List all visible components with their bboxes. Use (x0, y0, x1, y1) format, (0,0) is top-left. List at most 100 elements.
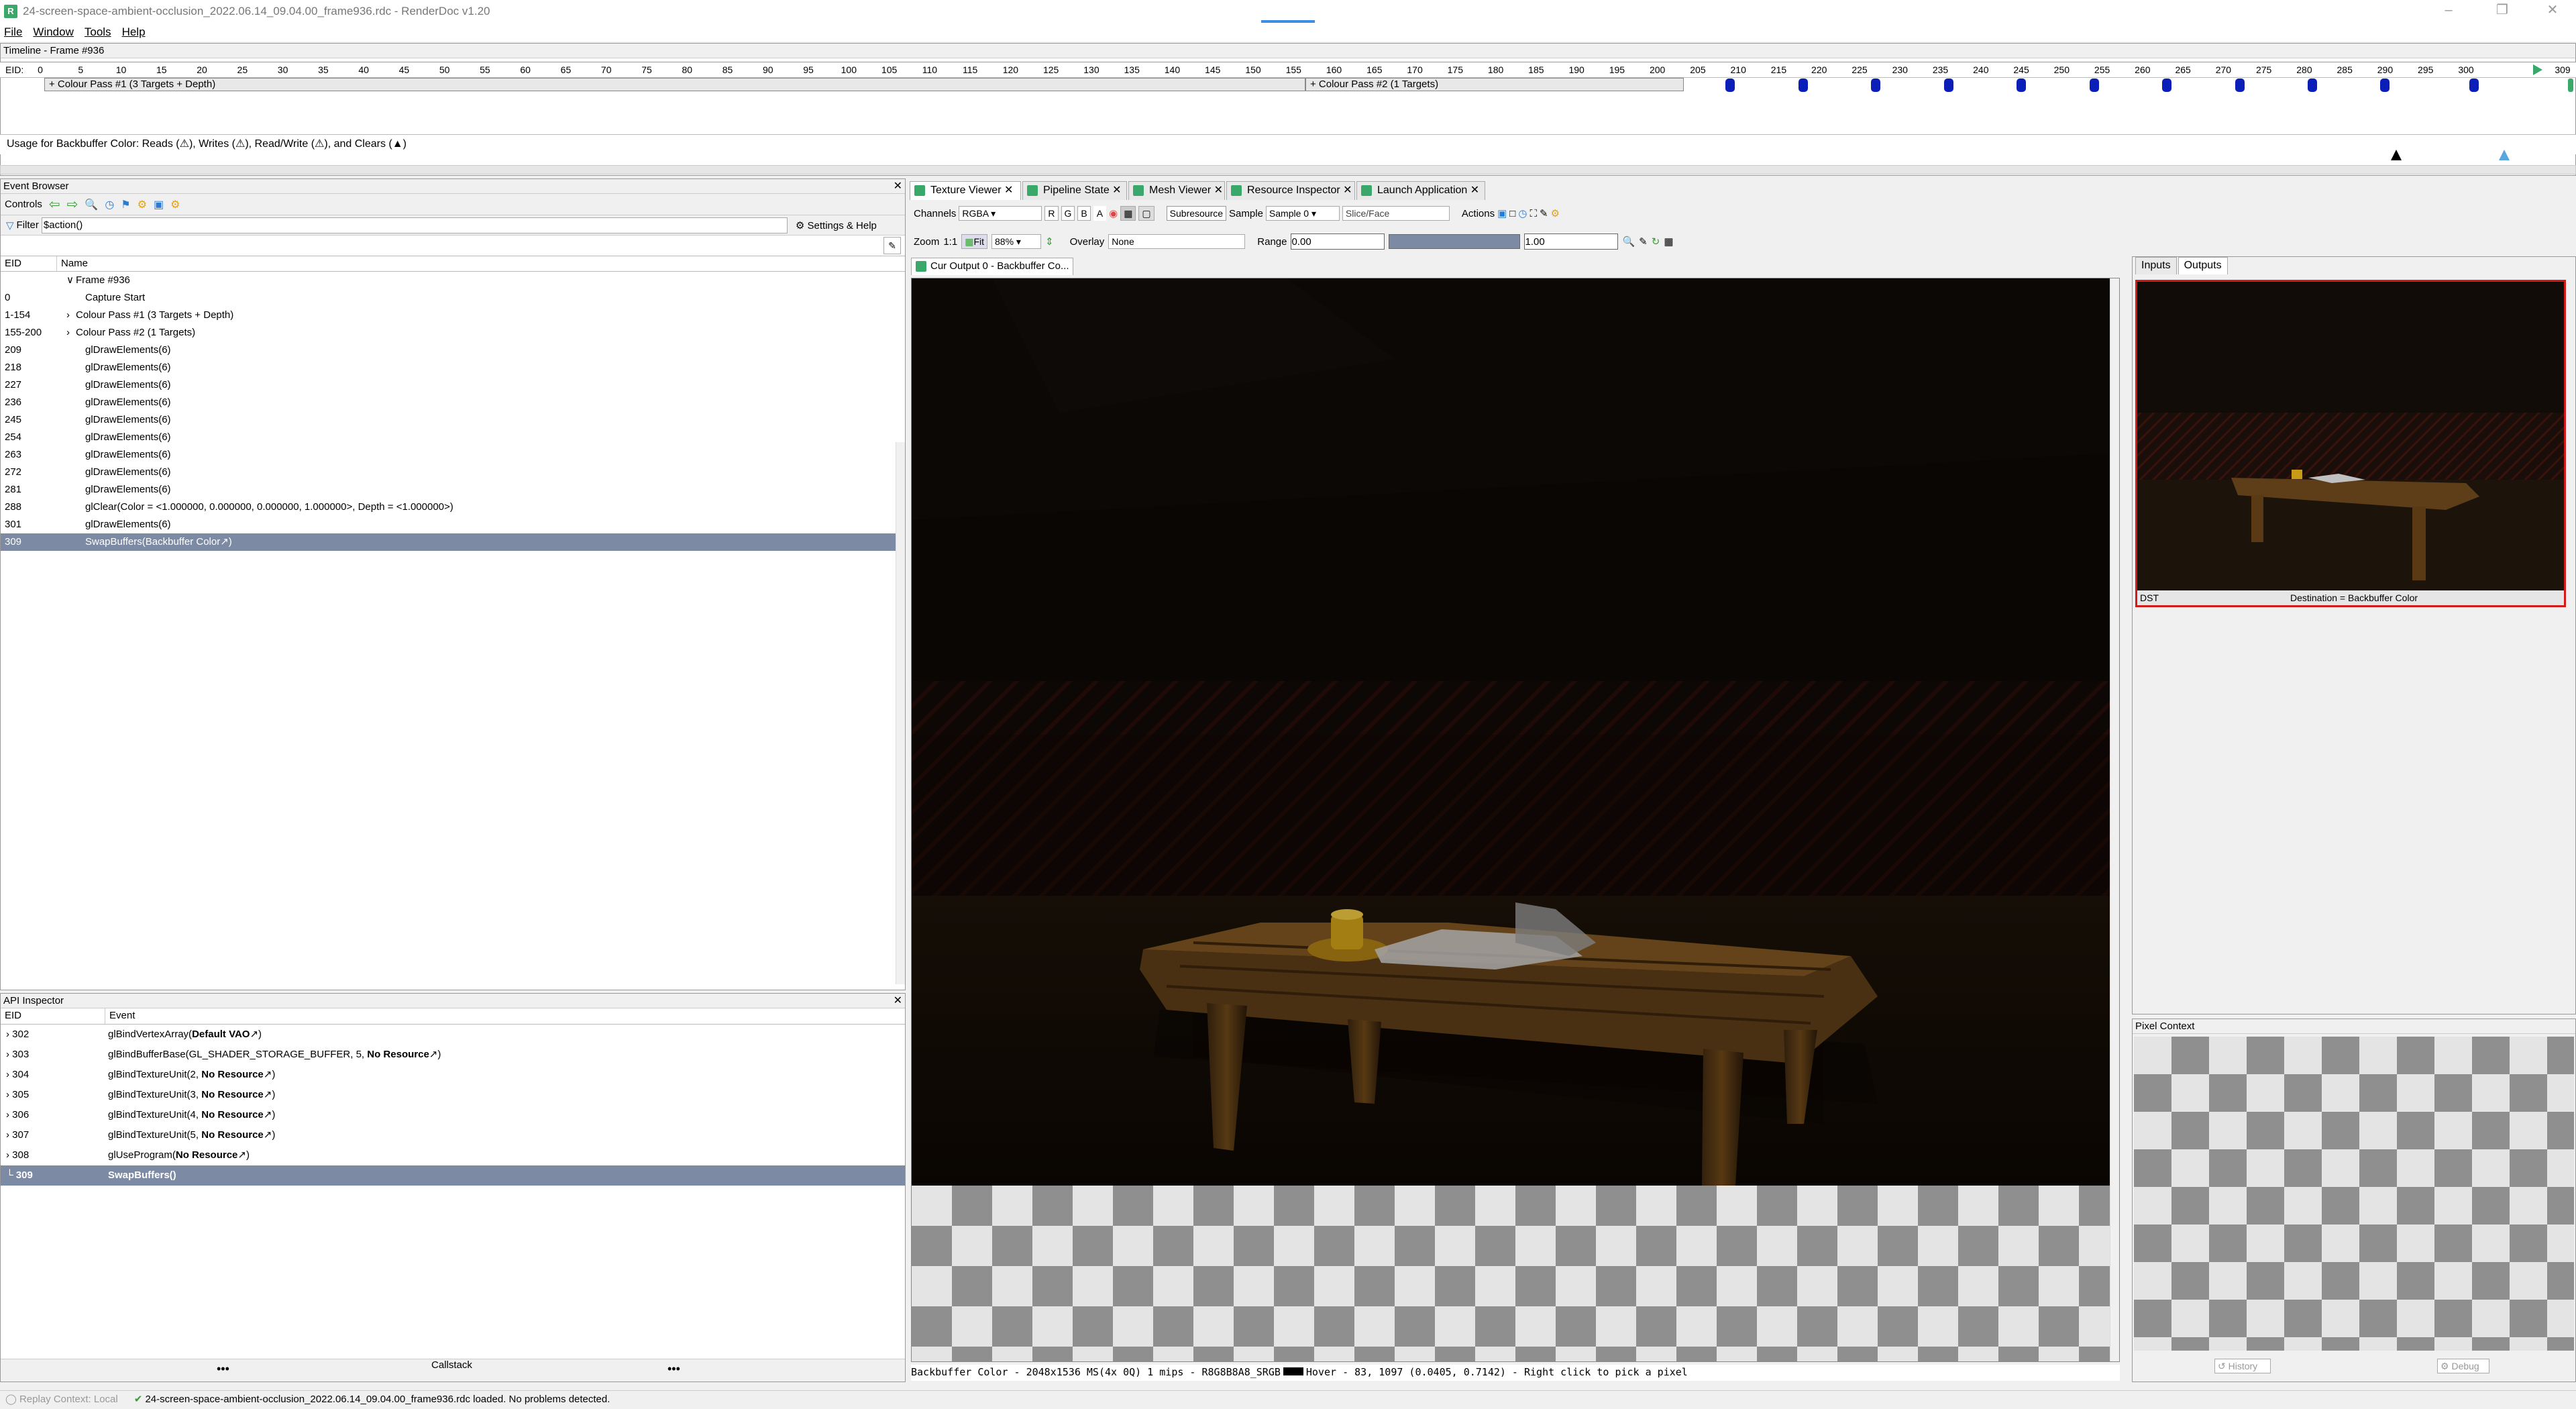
expand-icon[interactable]: › (6, 1129, 12, 1141)
api-row[interactable]: › 306 glBindTextureUnit(4, No Resource↗) (1, 1105, 905, 1125)
expand-icon[interactable]: └ (6, 1169, 16, 1181)
overlay-select[interactable]: None (1108, 234, 1246, 249)
open-icon[interactable]: □ (1509, 208, 1515, 219)
expand-icon[interactable]: › (6, 1149, 12, 1161)
event-row[interactable]: 155-200 › Colour Pass #2 (1 Targets) (1, 324, 905, 342)
timeline-pass-1[interactable]: + Colour Pass #1 (3 Targets + Depth) (44, 78, 1305, 91)
expand-icon[interactable]: › (6, 1049, 12, 1060)
debug-button[interactable]: ⚙ Debug (2437, 1359, 2489, 1373)
goto-location-icon[interactable]: ◷ (1518, 207, 1527, 219)
event-marker[interactable] (1725, 79, 1735, 92)
pixel-context-view[interactable] (2134, 1037, 2574, 1351)
expand-icon[interactable]: › (66, 307, 76, 324)
minimize-icon[interactable]: – (2422, 0, 2475, 23)
event-row[interactable]: ∨ Frame #936 (1, 272, 905, 289)
event-row[interactable]: 272 glDrawElements(6) (1, 464, 905, 481)
event-row[interactable]: 309 SwapBuffers(Backbuffer Color↗) (1, 533, 905, 551)
tab-pipeline-state[interactable]: Pipeline State ✕ (1022, 181, 1127, 200)
tab-resource-inspector[interactable]: Resource Inspector ✕ (1226, 181, 1355, 200)
event-row[interactable]: 263 glDrawElements(6) (1, 446, 905, 464)
channels-select[interactable]: RGBA ▾ (959, 206, 1042, 221)
zoom-range-icon[interactable]: 🔍 (1622, 236, 1635, 248)
arrow-right-icon[interactable]: ⇨ (67, 196, 78, 213)
range-slider[interactable] (1389, 234, 1521, 249)
histogram-icon[interactable]: ▦ (1664, 236, 1673, 248)
timeline-scrollbar[interactable] (0, 165, 2576, 174)
tab-inputs[interactable]: Inputs (2135, 257, 2177, 274)
callstack-label[interactable]: Callstack (431, 1359, 472, 1371)
more-icon[interactable]: ••• (667, 1362, 680, 1376)
event-marker[interactable] (2307, 79, 2317, 92)
output-thumbnail[interactable]: DST Destination = Backbuffer Color (2135, 280, 2566, 607)
event-row[interactable]: 236 glDrawElements(6) (1, 394, 905, 411)
event-row[interactable]: 227 glDrawElements(6) (1, 376, 905, 394)
timeline-pass-2[interactable]: + Colour Pass #2 (1 Targets) (1305, 78, 1684, 91)
event-marker[interactable] (2089, 79, 2099, 92)
channel-g-toggle[interactable]: G (1061, 206, 1075, 221)
expand-icon[interactable]: › (6, 1069, 12, 1080)
tab-texture-viewer[interactable]: Texture Viewer ✕ (910, 181, 1021, 200)
api-row[interactable]: › 307 glBindTextureUnit(5, No Resource↗) (1, 1125, 905, 1145)
api-event-resource[interactable]: No Resource (201, 1109, 264, 1120)
color-wheel-icon[interactable]: ◉ (1109, 207, 1118, 219)
api-event-resource[interactable]: No Resource (367, 1049, 429, 1060)
output-tab[interactable]: Cur Output 0 - Backbuffer Co... (911, 258, 1074, 275)
more-icon[interactable]: ••• (217, 1362, 229, 1376)
event-row[interactable]: 218 glDrawElements(6) (1, 359, 905, 376)
save-texture-icon[interactable]: ▣ (1497, 207, 1507, 219)
event-row[interactable]: 281 glDrawElements(6) (1, 481, 905, 499)
event-row[interactable]: 0 Capture Start (1, 289, 905, 307)
col-event[interactable]: Event (105, 1008, 905, 1024)
checker-bg-icon[interactable]: ▦ (1120, 206, 1136, 221)
menu-tools[interactable]: Tools (85, 25, 111, 39)
expand-icon[interactable]: › (6, 1109, 12, 1120)
event-marker[interactable] (2469, 79, 2479, 92)
expand-icon[interactable]: › (66, 324, 76, 342)
settings-icon[interactable]: ⚙ (138, 198, 147, 211)
save-icon[interactable]: ▣ (154, 198, 164, 211)
menu-help[interactable]: Help (122, 25, 146, 39)
event-marker[interactable] (2380, 79, 2390, 92)
api-row[interactable]: └ 309 SwapBuffers() (1, 1165, 905, 1186)
api-event-resource[interactable]: No Resource (201, 1069, 264, 1080)
view-icon[interactable]: ⛶ (1529, 208, 1537, 219)
api-event-resource[interactable]: SwapBuffers() (108, 1169, 176, 1181)
close-icon[interactable]: ✕ (2529, 0, 2576, 23)
channel-b-toggle[interactable]: B (1077, 206, 1091, 221)
channel-a-toggle[interactable]: A (1093, 206, 1107, 221)
api-row[interactable]: › 302 glBindVertexArray(Default VAO↗) (1, 1025, 905, 1045)
menu-file[interactable]: File (4, 25, 22, 39)
tab-outputs[interactable]: Outputs (2178, 257, 2228, 274)
time-icon[interactable]: ◷ (105, 198, 114, 211)
expand-icon[interactable]: › (6, 1089, 12, 1100)
menu-window[interactable]: Window (33, 25, 73, 39)
fit-button[interactable]: ▦Fit (961, 234, 987, 249)
settings-help-button[interactable]: ⚙ Settings & Help (796, 219, 877, 231)
find-icon[interactable]: 🔍 (85, 198, 98, 211)
api-row[interactable]: › 308 glUseProgram(No Resource↗) (1, 1145, 905, 1165)
api-event-resource[interactable]: No Resource (201, 1129, 264, 1141)
event-marker[interactable] (2235, 79, 2245, 92)
sample-select[interactable]: Sample 0 ▾ (1265, 206, 1340, 221)
api-row[interactable]: › 305 glBindTextureUnit(3, No Resource↗) (1, 1085, 905, 1105)
col-eid[interactable]: EID (1, 256, 57, 271)
filter-input[interactable] (41, 217, 788, 233)
edit-filter-icon[interactable]: ✎ (883, 237, 901, 254)
close-icon[interactable]: ✕ (894, 994, 902, 1008)
event-row[interactable]: 254 glDrawElements(6) (1, 429, 905, 446)
flip-icon[interactable]: ⇕ (1045, 236, 1054, 248)
settings-icon[interactable]: ⚙ (1551, 207, 1560, 219)
maximize-icon[interactable]: ❐ (2475, 0, 2529, 23)
event-row[interactable]: 1-154 › Colour Pass #1 (3 Targets + Depth) (1, 307, 905, 324)
texture-display[interactable] (911, 278, 2120, 1362)
texture-v-scrollbar[interactable] (2110, 278, 2119, 1361)
autofit-icon[interactable]: ✎ (1639, 236, 1648, 248)
tab-launch-application[interactable]: Launch Application ✕ (1356, 181, 1485, 200)
expand-icon[interactable]: ∨ (66, 272, 76, 289)
api-event-resource[interactable]: No Resource (201, 1089, 264, 1100)
range-min-input[interactable] (1291, 233, 1385, 250)
slice-face-select[interactable]: Slice/Face (1342, 206, 1450, 221)
event-row[interactable]: 301 glDrawElements(6) (1, 516, 905, 533)
reset-icon[interactable]: ↻ (1652, 236, 1660, 248)
event-marker[interactable] (2162, 79, 2172, 92)
